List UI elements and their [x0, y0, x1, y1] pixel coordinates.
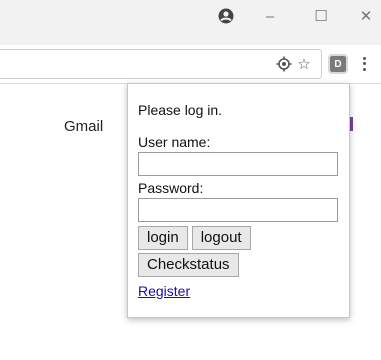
login-button[interactable]: login: [138, 226, 188, 250]
close-window-button[interactable]: ✕: [343, 0, 381, 32]
browser-toolbar: ☆ D: [0, 45, 381, 84]
location-target-icon[interactable]: [276, 56, 292, 72]
menu-dot: [362, 67, 366, 71]
minimize-button[interactable]: –: [247, 0, 293, 32]
maximize-button[interactable]: ☐: [298, 0, 344, 32]
account-circle-icon[interactable]: [218, 8, 234, 24]
username-label: User name:: [138, 134, 211, 150]
three-dot-menu-icon[interactable]: [360, 56, 368, 72]
password-input[interactable]: [138, 198, 338, 222]
window-titlebar: – ☐ ✕: [0, 0, 381, 45]
checkstatus-button[interactable]: Checkstatus: [138, 253, 239, 277]
address-bar[interactable]: ☆: [0, 49, 322, 79]
bookmark-star-icon[interactable]: ☆: [296, 56, 312, 73]
username-input[interactable]: [138, 152, 338, 176]
menu-dot: [362, 57, 366, 61]
password-label: Password:: [138, 180, 204, 196]
register-link[interactable]: Register: [138, 283, 190, 299]
gmail-link[interactable]: Gmail: [64, 118, 103, 135]
menu-dot: [362, 62, 366, 66]
logout-button[interactable]: logout: [191, 226, 251, 250]
extension-popup: Please log in. User name: Password: logi…: [127, 83, 350, 318]
login-prompt: Please log in.: [138, 102, 223, 118]
extension-icon[interactable]: D: [328, 54, 348, 74]
auth-button-row: login logout: [138, 226, 339, 253]
partial-page-icon: [350, 117, 353, 131]
